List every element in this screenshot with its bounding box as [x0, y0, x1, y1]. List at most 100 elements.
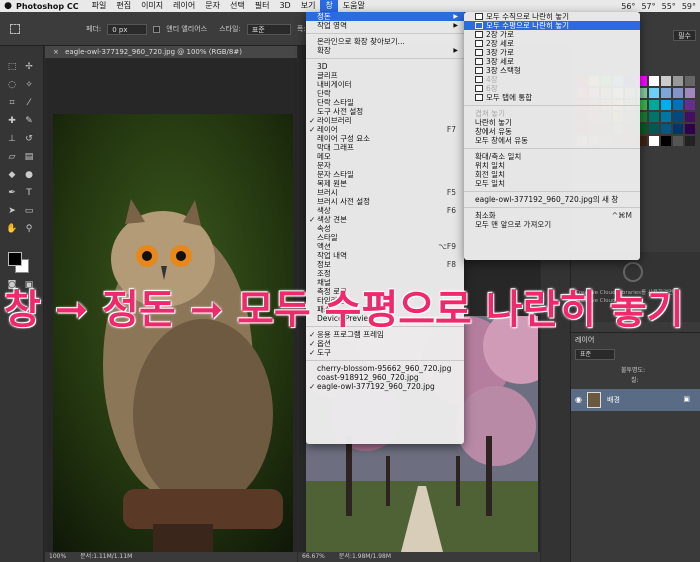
close-icon[interactable]: ×: [53, 48, 59, 56]
menu-item[interactable]: 확대/축소 일치: [464, 152, 640, 161]
color-swatch[interactable]: [685, 136, 695, 146]
history-brush-icon[interactable]: ↺: [22, 132, 36, 146]
path-select-icon[interactable]: ➤: [5, 204, 19, 218]
menu-item[interactable]: 모두 창에서 유동: [464, 136, 640, 145]
menu-item[interactable]: 위치 일치: [464, 161, 640, 170]
type-icon[interactable]: T: [22, 186, 36, 200]
healing-brush-icon[interactable]: ✚: [5, 114, 19, 128]
color-swatch[interactable]: [649, 100, 659, 110]
menu-item[interactable]: 3D: [306, 62, 464, 71]
menu-item[interactable]: 브러시 F5: [306, 188, 464, 197]
color-swatch[interactable]: [685, 76, 695, 86]
menu-window[interactable]: 창: [320, 0, 338, 12]
menu-item[interactable]: 창에서 유동: [464, 127, 640, 136]
menu-item[interactable]: 나란히 놓기: [464, 118, 640, 127]
menu-item[interactable]: 복제 원본: [306, 179, 464, 188]
layer-row-background[interactable]: ◉ 배경 ▣: [571, 389, 700, 411]
menu-item[interactable]: 모두 탭에 통합: [464, 93, 640, 102]
menu-item[interactable]: 모두 수직으로 나란히 놓기: [464, 12, 640, 21]
menu-item[interactable]: ✓ 옵션: [306, 339, 464, 348]
marquee-icon[interactable]: ⬚: [5, 60, 19, 74]
menu-3d[interactable]: 3D: [274, 0, 295, 12]
menu-item[interactable]: 문자 스타일: [306, 170, 464, 179]
menu-item[interactable]: 조정: [306, 269, 464, 278]
menu-item[interactable]: ✓ 색상 견본: [306, 215, 464, 224]
menu-item[interactable]: 막대 그래프: [306, 143, 464, 152]
menu-item[interactable]: eagle-owl-377192_960_720.jpg의 새 창: [464, 195, 640, 204]
color-swatch[interactable]: [661, 76, 671, 86]
menu-item[interactable]: 색상 F6: [306, 206, 464, 215]
color-swatch[interactable]: [649, 88, 659, 98]
menu-item[interactable]: cherry-blossom-95662_960_720.jpg: [306, 364, 464, 373]
menu-item[interactable]: 정보 F8: [306, 260, 464, 269]
brush-icon[interactable]: ✎: [22, 114, 36, 128]
zoom-icon[interactable]: ⚲: [22, 222, 36, 236]
stamp-icon[interactable]: ⊥: [5, 132, 19, 146]
menu-layer[interactable]: 레이어: [168, 0, 200, 12]
menu-item[interactable]: 확장 ▶: [306, 46, 464, 55]
apple-icon[interactable]: ●: [0, 1, 16, 11]
blur-icon[interactable]: ◆: [5, 168, 19, 182]
menu-item[interactable]: 모두 일치: [464, 179, 640, 188]
menu-item[interactable]: 메모: [306, 152, 464, 161]
menu-item[interactable]: 모두 수평으로 나란히 놓기: [464, 21, 640, 30]
dodge-icon[interactable]: ●: [22, 168, 36, 182]
menu-item[interactable]: ✓ 도구: [306, 348, 464, 357]
color-swatch[interactable]: [661, 124, 671, 134]
layer-kind-filter[interactable]: 표준: [575, 349, 615, 360]
menu-item[interactable]: 글리프: [306, 71, 464, 80]
menu-item[interactable]: 레이어 구성 요소: [306, 134, 464, 143]
menu-item[interactable]: 3장 스택형: [464, 66, 640, 75]
color-swatch[interactable]: [685, 88, 695, 98]
menu-view[interactable]: 보기: [296, 0, 321, 12]
menu-item[interactable]: ✓ 레이어 F7: [306, 125, 464, 134]
menu-item[interactable]: coast-918912_960_720.jpg: [306, 373, 464, 382]
color-swatch[interactable]: [661, 88, 671, 98]
color-swatch[interactable]: [649, 76, 659, 86]
move-icon[interactable]: ✢: [22, 60, 36, 74]
color-swatch[interactable]: [673, 112, 683, 122]
zoom-level[interactable]: 100%: [49, 552, 66, 562]
menu-item[interactable]: ✓ 라이브러리: [306, 116, 464, 125]
quick-select-icon[interactable]: ✧: [22, 78, 36, 92]
menu-item[interactable]: 2장 세로: [464, 39, 640, 48]
color-swatch[interactable]: [649, 136, 659, 146]
color-swatch[interactable]: [673, 76, 683, 86]
menu-image[interactable]: 이미지: [136, 0, 168, 12]
menu-item[interactable]: 모두 맨 앞으로 가져오기: [464, 220, 640, 229]
color-swatch[interactable]: [673, 124, 683, 134]
marquee-tool-icon[interactable]: [10, 24, 20, 34]
menu-item[interactable]: 3장 가로: [464, 48, 640, 57]
menu-item[interactable]: 스타일: [306, 233, 464, 242]
gradient-icon[interactable]: ▤: [22, 150, 36, 164]
shape-icon[interactable]: ▭: [22, 204, 36, 218]
pen-icon[interactable]: ✒: [5, 186, 19, 200]
style-select[interactable]: 표준: [246, 23, 291, 35]
menu-item[interactable]: 액션 ⌥F9: [306, 242, 464, 251]
menu-file[interactable]: 파일: [87, 0, 112, 12]
document-tab[interactable]: × eagle-owl-377192_960_720.jpg @ 100% (R…: [45, 46, 297, 58]
menu-item[interactable]: 브러시 사전 설정: [306, 197, 464, 206]
color-swatch[interactable]: [685, 124, 695, 134]
menu-item[interactable]: 도구 사전 설정: [306, 107, 464, 116]
color-swatch[interactable]: [673, 88, 683, 98]
lasso-icon[interactable]: ◌: [5, 78, 19, 92]
menu-type[interactable]: 문자: [200, 0, 225, 12]
color-swatch[interactable]: [673, 136, 683, 146]
zoom-level-2[interactable]: 66.67%: [302, 552, 325, 562]
menu-help[interactable]: 도움말: [338, 0, 370, 12]
menu-item[interactable]: 단락 스타일: [306, 98, 464, 107]
color-swatch[interactable]: [661, 112, 671, 122]
color-swatch[interactable]: [685, 112, 695, 122]
menu-item[interactable]: 단락: [306, 89, 464, 98]
color-swatch[interactable]: [685, 100, 695, 110]
menu-item[interactable]: 정돈 ▶: [306, 12, 464, 21]
hand-icon[interactable]: ✋: [5, 222, 19, 236]
color-swatch[interactable]: [661, 100, 671, 110]
color-swatch[interactable]: [673, 100, 683, 110]
menu-item[interactable]: 3장 세로: [464, 57, 640, 66]
menu-item[interactable]: ✓ eagle-owl-377192_960_720.jpg: [306, 382, 464, 391]
menu-item[interactable]: 문자: [306, 161, 464, 170]
menu-edit[interactable]: 편집: [111, 0, 136, 12]
app-name[interactable]: Photoshop CC: [16, 2, 79, 11]
